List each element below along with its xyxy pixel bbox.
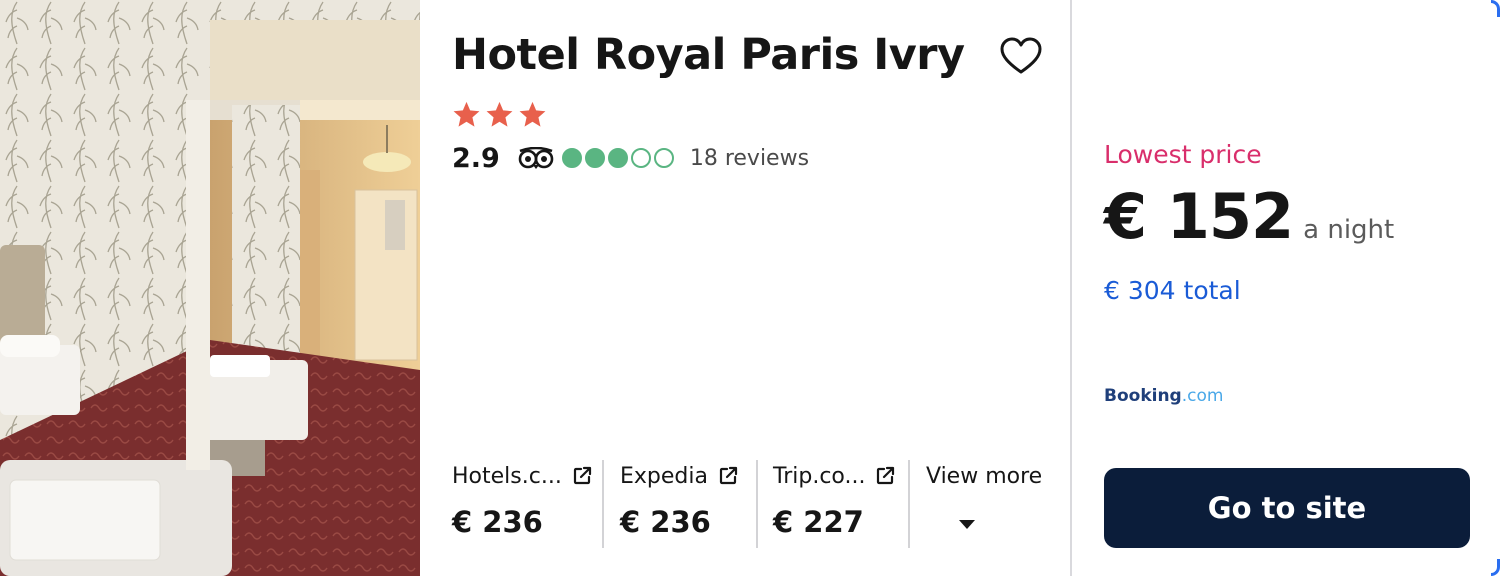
offer-price: € 236 [452, 505, 543, 539]
offer-price: € 236 [620, 505, 711, 539]
provider-logo-name: Booking [1104, 386, 1182, 406]
hotel-name[interactable]: Hotel Royal Paris Ivry [452, 30, 965, 80]
offer-provider: Expedia [620, 463, 708, 489]
offer-provider: Hotels.c... [452, 463, 562, 489]
offer-provider: Trip.co... [773, 463, 866, 489]
star-icon [453, 101, 480, 127]
nightly-price: € 152 [1104, 180, 1294, 253]
rating-bubble-filled [561, 148, 582, 168]
provider-logo-suffix: .com [1181, 386, 1224, 406]
bubble-rating [561, 148, 674, 168]
offer-price: € 227 [773, 505, 864, 539]
view-more-offers[interactable]: View more [910, 460, 1043, 550]
rating-bubble-filled [607, 148, 628, 168]
rating-bubble-empty [630, 148, 651, 168]
deal-panel: Lowest price € 152 a night € 304 total B… [1070, 0, 1500, 576]
hotel-star-rating [452, 100, 547, 129]
rating-score: 2.9 [452, 142, 500, 174]
offer-trip-com[interactable]: Trip.co... € 227 [758, 460, 908, 550]
hotel-result-card: Hotel Royal Paris Ivry 2.9 18 reviews Ho… [0, 0, 1500, 576]
tripadvisor-owl-icon [518, 147, 554, 169]
rating-bubble-empty [653, 148, 674, 168]
rating-bubble-filled [584, 148, 605, 168]
external-link-icon [877, 466, 895, 485]
heart-outline-icon[interactable] [998, 34, 1044, 80]
review-rating-row: 2.9 18 reviews [452, 141, 809, 175]
offer-hotels-com[interactable]: Hotels.c... € 236 [452, 460, 602, 550]
booking-com-logo: Booking.com [1104, 386, 1223, 406]
per-night-label: a night [1303, 215, 1395, 245]
hotel-details: Hotel Royal Paris Ivry 2.9 18 reviews Ho… [420, 0, 1070, 576]
external-link-icon [573, 466, 591, 485]
go-to-site-button[interactable]: Go to site [1104, 468, 1470, 548]
star-icon [486, 101, 513, 127]
nightly-price-row: € 152 a night [1104, 180, 1394, 253]
view-more-label: View more [926, 463, 1043, 489]
other-offers: Hotels.c... € 236 Expedia € 236 Trip.co.… [452, 460, 1043, 550]
offer-expedia[interactable]: Expedia € 236 [604, 460, 756, 550]
total-price-link[interactable]: € 304 total [1104, 276, 1241, 305]
caret-down-icon [959, 520, 975, 529]
external-link-icon [719, 466, 738, 485]
hotel-room-image [0, 0, 420, 576]
hotel-photo[interactable] [0, 0, 420, 576]
star-icon [519, 101, 546, 127]
lowest-price-label: Lowest price [1104, 140, 1262, 169]
review-count[interactable]: 18 reviews [690, 146, 809, 171]
